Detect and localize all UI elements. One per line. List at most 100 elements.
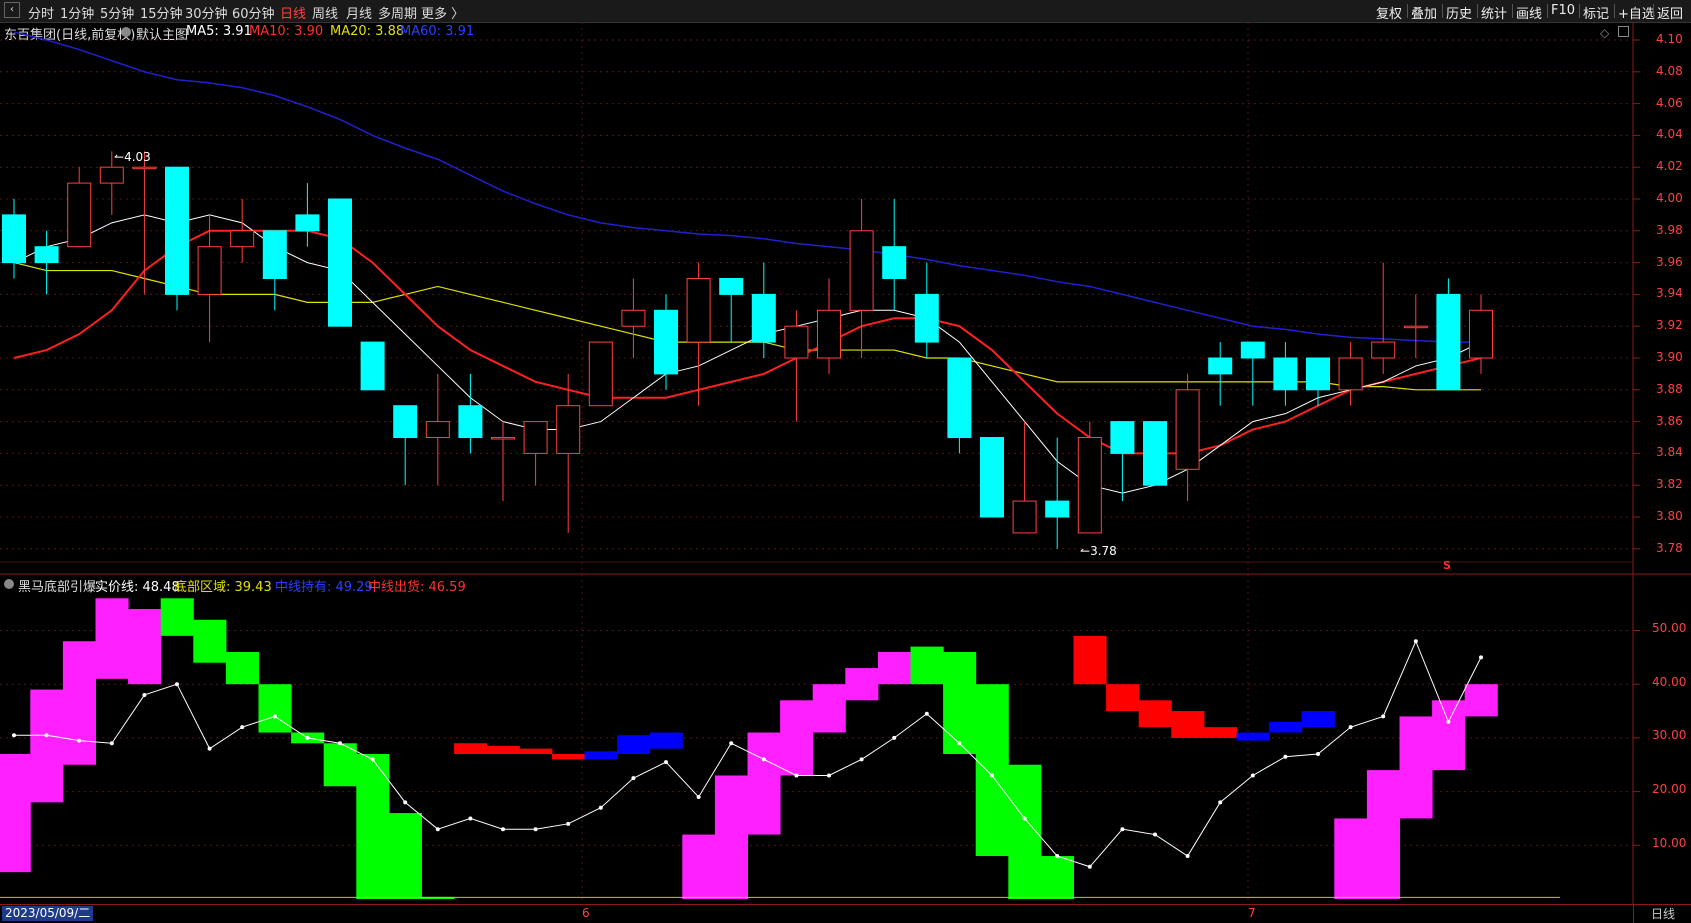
sub-bar bbox=[1464, 684, 1498, 717]
candle-body-up bbox=[1371, 341, 1396, 359]
candle-body-up bbox=[491, 437, 515, 440]
sub-bar bbox=[747, 732, 781, 835]
real-price-dot bbox=[761, 757, 766, 762]
real-price-dot bbox=[957, 741, 962, 746]
candle-body-down bbox=[165, 166, 189, 295]
candle-body-down bbox=[262, 230, 287, 280]
real-price-dot bbox=[435, 827, 440, 832]
real-price-dot bbox=[12, 733, 16, 738]
candle-body-down bbox=[719, 278, 744, 295]
sub-bar bbox=[193, 619, 227, 663]
y-tick-main: 4.06 bbox=[1656, 95, 1683, 110]
sub-bar bbox=[551, 754, 585, 760]
candle-body-up bbox=[1469, 309, 1493, 359]
real-price-dot bbox=[1218, 800, 1223, 805]
y-tick-main: 3.80 bbox=[1656, 509, 1683, 523]
real-price-dot bbox=[109, 741, 114, 746]
sub-bar bbox=[62, 641, 96, 765]
candle-body-down bbox=[295, 214, 320, 232]
sub-bar bbox=[584, 751, 618, 760]
real-price-dot bbox=[1120, 827, 1125, 832]
sub-bar bbox=[1040, 856, 1074, 899]
real-price-dot bbox=[859, 757, 864, 762]
period-label[interactable]: 日线 bbox=[1633, 905, 1691, 923]
sub-bar bbox=[943, 651, 977, 755]
sub-bar bbox=[1399, 716, 1433, 819]
candle-body-up bbox=[1077, 437, 1102, 534]
y-tick-sub: 40.00 bbox=[1652, 674, 1687, 689]
candle-body-up bbox=[67, 182, 92, 248]
y-tick-main: 3.86 bbox=[1656, 413, 1683, 428]
sub-bar bbox=[128, 609, 162, 685]
y-tick-main: 3.90 bbox=[1656, 350, 1683, 364]
sub-bar bbox=[519, 748, 553, 755]
sub-bar bbox=[877, 651, 911, 685]
real-price-dot bbox=[1250, 773, 1255, 778]
y-tick-main: 4.02 bbox=[1656, 159, 1683, 174]
sub-bar bbox=[225, 651, 259, 685]
candle-body-up bbox=[523, 421, 548, 454]
real-price-dot bbox=[696, 794, 701, 799]
candle-body-down bbox=[947, 357, 972, 438]
y-tick-main: 4.10 bbox=[1656, 32, 1683, 46]
real-price-dot bbox=[207, 746, 212, 751]
candle-body-up bbox=[425, 421, 450, 439]
real-price-dot bbox=[566, 821, 571, 826]
candle-body-up bbox=[784, 325, 809, 359]
ma60-line bbox=[13, 31, 1481, 343]
candle-body-up bbox=[817, 309, 841, 359]
y-tick-main: 3.96 bbox=[1656, 254, 1683, 269]
candle-body-up bbox=[132, 166, 157, 170]
real-price-dot bbox=[403, 800, 408, 805]
sub-bar bbox=[714, 775, 748, 899]
real-price-dot bbox=[1446, 719, 1451, 724]
candle-body-down bbox=[1208, 357, 1233, 375]
real-price-dot bbox=[892, 735, 897, 740]
real-price-dot bbox=[1185, 854, 1190, 859]
sub-bar bbox=[682, 834, 716, 899]
sub-bar bbox=[258, 684, 292, 733]
high-label-box: ↼4.03 bbox=[114, 150, 151, 164]
y-tick-sub: 20.00 bbox=[1652, 782, 1687, 797]
sub-bar bbox=[812, 684, 846, 733]
sub-bar bbox=[1106, 684, 1140, 712]
real-price-dot bbox=[77, 738, 82, 743]
y-tick-sub: 10.00 bbox=[1652, 835, 1687, 850]
real-price-dot bbox=[142, 692, 147, 697]
sub-bar bbox=[1334, 818, 1368, 899]
candle-body-down bbox=[1306, 357, 1330, 391]
real-price-dot bbox=[827, 773, 831, 778]
candle-body-up bbox=[1175, 389, 1200, 470]
sub-bar bbox=[1203, 727, 1237, 738]
real-price-dot bbox=[533, 827, 538, 832]
cursor-date: 2023/05/09/二 bbox=[2, 906, 94, 921]
sub-bar bbox=[1073, 635, 1107, 685]
real-price-dot bbox=[501, 827, 505, 832]
candle-body-down bbox=[1273, 357, 1298, 391]
real-price-dot bbox=[1055, 854, 1060, 859]
sub-bar bbox=[1366, 770, 1400, 899]
s-marker: S bbox=[1443, 559, 1451, 572]
candle-body-down bbox=[1110, 421, 1135, 454]
real-price-dot bbox=[1479, 655, 1483, 660]
sub-bar bbox=[95, 598, 129, 679]
candle-body-up bbox=[849, 230, 874, 311]
sub-bar bbox=[975, 684, 1009, 857]
sub-bar bbox=[910, 646, 944, 685]
sub-bar bbox=[1171, 711, 1205, 738]
real-price-dot bbox=[664, 760, 668, 765]
sub-bar bbox=[30, 689, 64, 803]
sub-bar bbox=[1269, 721, 1303, 733]
real-price-dot bbox=[175, 682, 179, 687]
sub-bar bbox=[649, 732, 683, 749]
candle-body-down bbox=[882, 246, 907, 279]
sub-bar bbox=[323, 743, 357, 787]
y-tick-main: 3.92 bbox=[1656, 318, 1683, 333]
real-price-dot bbox=[1381, 714, 1386, 719]
sub-bar bbox=[845, 668, 879, 701]
candle-body-down bbox=[1045, 500, 1070, 518]
real-price-dot bbox=[1316, 752, 1320, 757]
candle-body-down bbox=[328, 198, 352, 327]
real-price-dot bbox=[990, 773, 994, 778]
kline-chart[interactable] bbox=[0, 0, 1691, 922]
